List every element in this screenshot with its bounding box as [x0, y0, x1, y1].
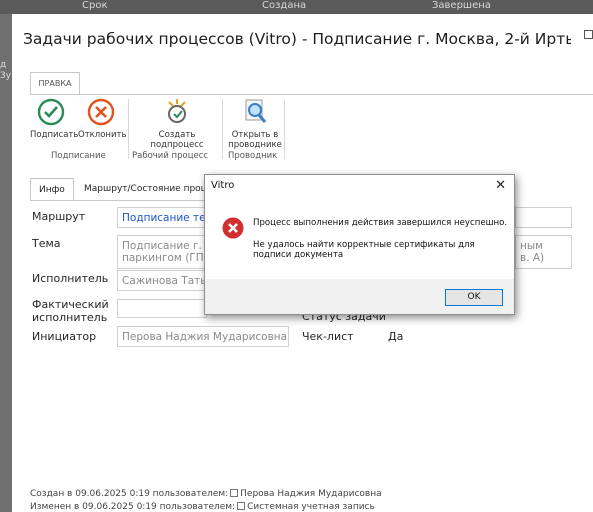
- error-dialog: Vitro ✕ Процесс выполнения действия заве…: [204, 174, 515, 315]
- route-label: Маршрут: [32, 210, 86, 223]
- dialog-body: Процесс выполнения действия завершился н…: [205, 198, 514, 279]
- tab-info[interactable]: Инфо: [30, 178, 74, 200]
- route-field-right: [515, 207, 572, 228]
- reject-icon: [87, 98, 115, 126]
- create-subprocess-button[interactable]: Создать подпроцесс: [148, 97, 206, 150]
- created-user[interactable]: Перова Наджия Мударисовна: [240, 489, 382, 499]
- executor-label: Исполнитель: [32, 272, 109, 285]
- group-signing-label: Подписание: [51, 151, 106, 161]
- bg-column-srok: Срок: [82, 0, 108, 11]
- user-checkbox[interactable]: [230, 489, 239, 497]
- subject-right-line-1: ным: [520, 240, 544, 252]
- user-checkbox[interactable]: [237, 502, 246, 510]
- magnifier-icon: [245, 99, 267, 123]
- background-left-fragment: д Зу: [0, 60, 12, 81]
- subject-field[interactable]: Подписание г. Мо паркингом (ГП, С: [117, 235, 207, 269]
- modified-user[interactable]: Системная учетная запись: [247, 502, 375, 512]
- error-icon: [222, 217, 244, 239]
- executor-field[interactable]: Сажинова Татьян: [117, 270, 207, 291]
- open-in-explorer-label: Открыть в проводнике: [228, 130, 282, 150]
- initiator-label: Инициатор: [32, 330, 97, 343]
- initiator-field[interactable]: Перова Наджия Мударисовна: [117, 326, 289, 347]
- subject-right-line-2: в. А): [520, 252, 545, 264]
- window-title: Задачи рабочих процессов (Vitro) - Подпи…: [23, 30, 571, 48]
- dialog-message: Процесс выполнения действия завершился н…: [253, 218, 508, 228]
- checkmark-icon: [37, 98, 65, 126]
- ribbon-separator: [128, 99, 129, 159]
- sign-button[interactable]: Подписать: [30, 97, 78, 140]
- group-explorer-label: Проводник: [228, 151, 278, 161]
- actual-executor-field[interactable]: [117, 299, 207, 318]
- created-info: Создан в 09.06.2025 0:19 пользователем: П…: [30, 489, 382, 499]
- reject-label: Отклонить: [78, 130, 127, 140]
- created-text: Создан в 09.06.2025 0:19 пользователем:: [30, 489, 229, 499]
- dialog-title: Vitro: [211, 180, 235, 191]
- actual-executor-label: Фактический исполнитель: [32, 298, 109, 324]
- sign-label: Подписать: [30, 130, 79, 140]
- ribbon: Подписать Отклонить Создать подпроцесс О…: [30, 94, 593, 162]
- ok-button[interactable]: OK: [445, 289, 503, 306]
- create-subprocess-label: Создать подпроцесс: [150, 130, 204, 150]
- group-workflow-label: Рабочий процесс: [132, 151, 209, 161]
- maximize-icon[interactable]: [584, 30, 593, 39]
- subject-label: Тема: [32, 237, 61, 250]
- subject-line-2: паркингом (ГП, С: [122, 252, 207, 264]
- reject-button[interactable]: Отклонить: [78, 97, 127, 140]
- bg-column-zavershena: Завершена: [432, 0, 491, 11]
- close-icon[interactable]: ✕: [495, 178, 506, 193]
- subject-field-right: ным в. А): [515, 235, 572, 269]
- modified-info: Изменен в 09.06.2025 0:19 пользователем:…: [30, 502, 375, 512]
- background-list-header: Срок Создана Завершена: [0, 0, 593, 14]
- open-in-explorer-button[interactable]: Открыть в проводнике: [226, 97, 284, 150]
- ribbon-separator: [284, 99, 285, 159]
- modified-text: Изменен в 09.06.2025 0:19 пользователем:: [30, 502, 236, 512]
- checklist-label: Чек-лист: [302, 330, 354, 343]
- checklist-value: Да: [388, 330, 404, 343]
- ribbon-tab-pravka[interactable]: ПРАВКА: [30, 72, 80, 94]
- dialog-detail: Не удалось найти корректные сертификаты …: [253, 240, 475, 260]
- subject-line-1: Подписание г. Мо: [122, 240, 206, 252]
- subprocess-icon: [168, 99, 186, 123]
- ribbon-separator: [222, 99, 223, 159]
- bg-column-sozdana: Создана: [262, 0, 307, 11]
- route-field[interactable]: Подписание техн: [117, 207, 207, 228]
- dialog-titlebar: Vitro ✕: [205, 175, 514, 198]
